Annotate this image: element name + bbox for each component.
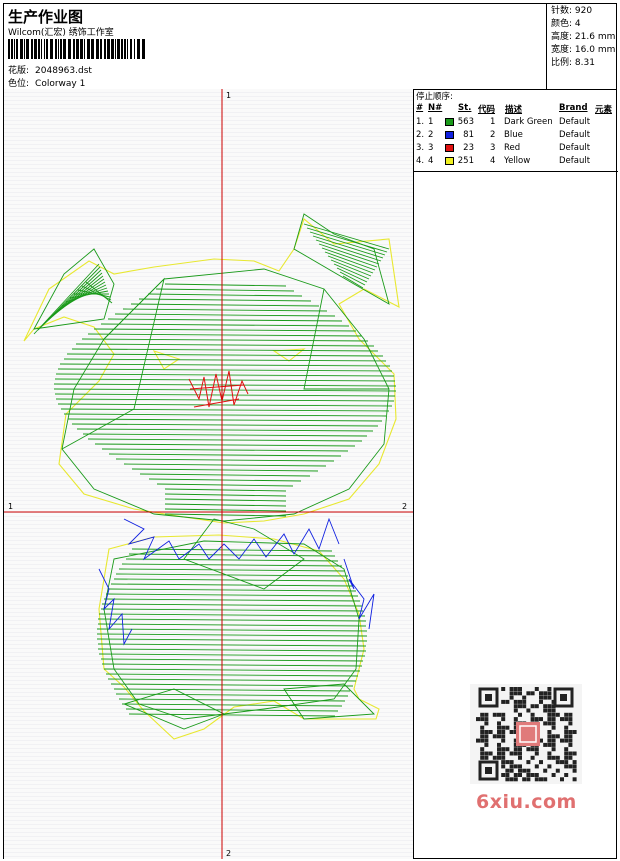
col-header-num: #	[416, 103, 424, 113]
embroidery-preview: 1 2 1 2	[4, 89, 414, 859]
design-stats: 针数: 920 颜色: 4 高度: 21.6 mm 宽度: 16.0 mm 比例…	[546, 4, 618, 90]
color-swatch	[445, 144, 454, 152]
design-file-value: 2048963.dst	[35, 66, 92, 76]
page-title: 生产作业图	[8, 8, 84, 26]
col-header-code: 代码	[478, 105, 496, 115]
color-swatch	[445, 118, 454, 126]
red-stitches	[188, 370, 249, 408]
barcode	[8, 39, 145, 59]
watermark: 6xiu.com	[476, 791, 577, 813]
header-info: 生产作业图 Wilcom(汇宏) 绣饰工作室 花版: 2048963.dst 色位…	[4, 4, 547, 90]
colorway-value: Colorway 1	[35, 79, 86, 89]
axis-label-top: 1	[226, 91, 232, 100]
stop-sequence-panel: 停止顺序: # N# St. 代码 描述 Brand 元素 1. 1 563 1…	[414, 89, 618, 172]
design-label: 花版:	[8, 66, 30, 76]
stat-colors: 颜色: 4	[551, 19, 581, 29]
company-name: Wilcom(汇宏) 绣饰工作室	[8, 28, 114, 38]
embroidery-drawing	[4, 89, 413, 859]
stop-sequence-caption: 停止顺序:	[416, 92, 453, 102]
col-header-brand: Brand	[559, 103, 588, 113]
col-header-st: St.	[458, 103, 472, 113]
axis-label-bottom: 2	[226, 849, 232, 858]
col-header-desc: 描述	[505, 105, 523, 115]
stat-width: 宽度: 16.0 mm	[551, 45, 616, 55]
colorway-line: 色位: Colorway 1	[8, 76, 85, 89]
col-header-no: N#	[428, 103, 443, 113]
color-swatch	[445, 157, 454, 165]
design-file-line: 花版: 2048963.dst	[8, 63, 92, 76]
dark-green-stitches	[33, 223, 397, 717]
color-swatch	[445, 131, 454, 139]
stat-scale: 比例: 8.31	[551, 58, 595, 68]
stat-stitches: 针数: 920	[551, 6, 593, 16]
qr-code	[470, 684, 582, 784]
axis-label-left: 1	[8, 502, 14, 511]
axis-label-right: 2	[402, 502, 408, 511]
stat-height: 高度: 21.6 mm	[551, 32, 616, 42]
colorway-label: 色位:	[8, 79, 30, 89]
col-header-element: 元素	[595, 105, 613, 115]
